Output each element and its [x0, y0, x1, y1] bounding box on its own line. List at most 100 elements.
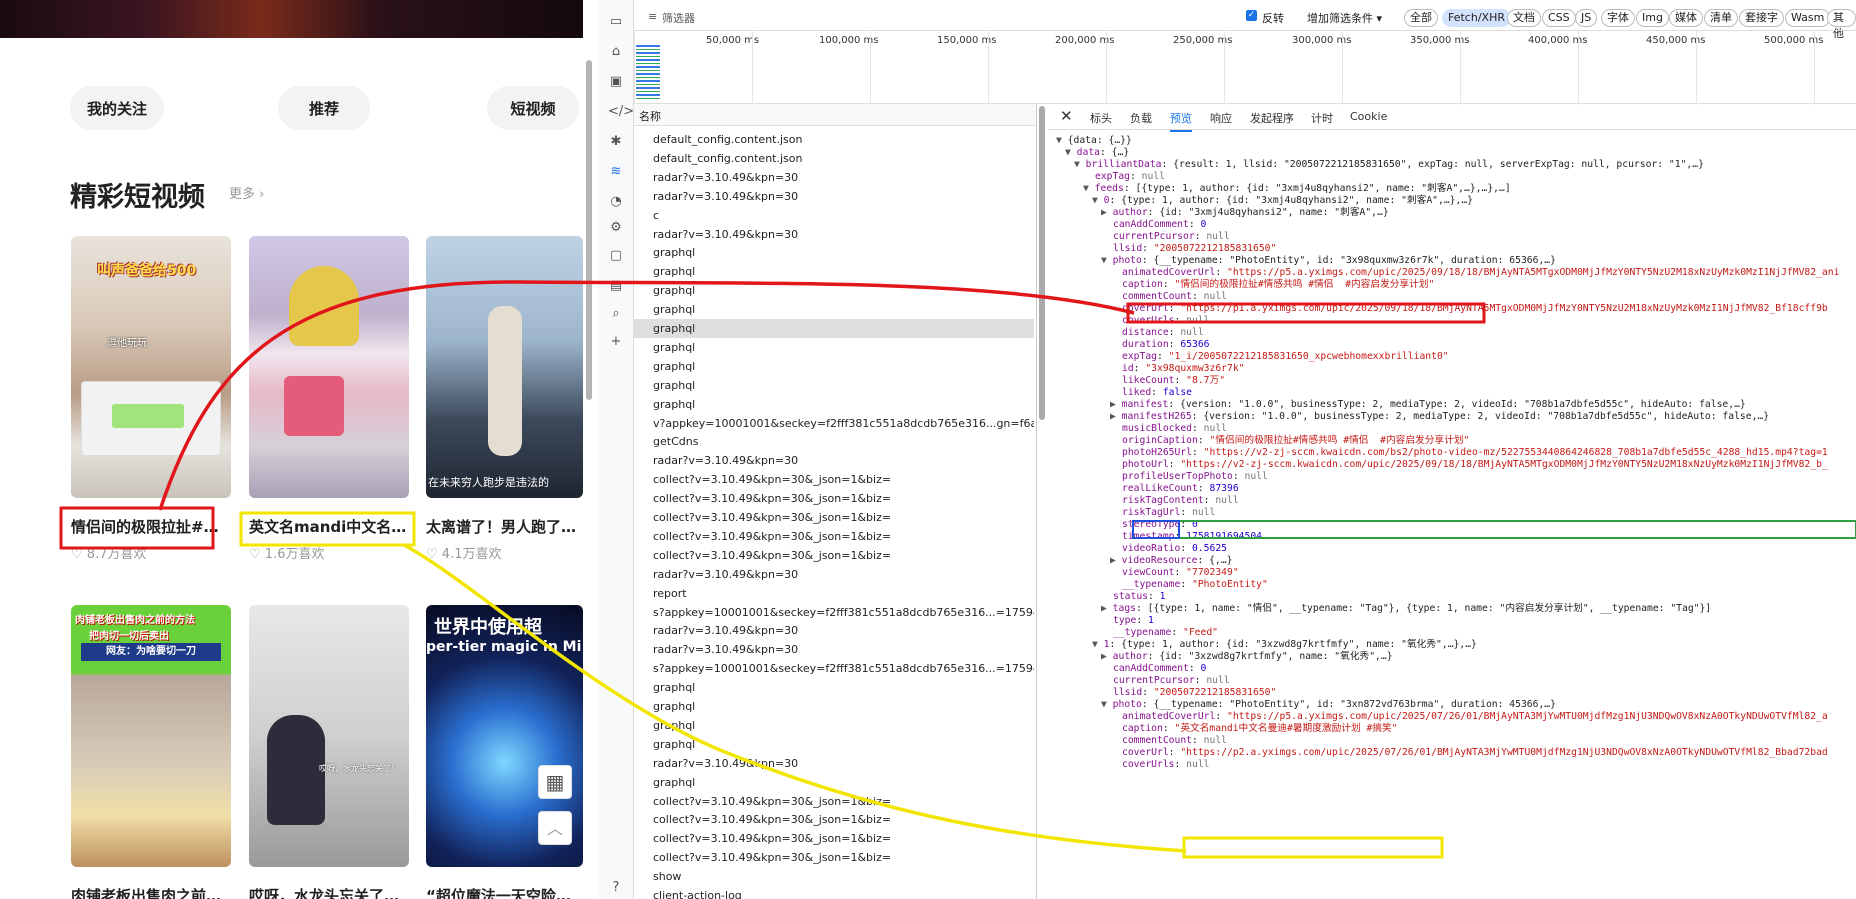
bug-icon[interactable]: ✱	[608, 134, 624, 150]
plus-icon[interactable]: +	[608, 334, 624, 350]
request-row[interactable]: radar?v=3.10.49&kpn=30	[634, 565, 1034, 584]
request-row[interactable]: radar?v=3.10.49&kpn=30	[634, 168, 1034, 187]
invert-checkbox[interactable]: ✓	[1246, 10, 1257, 21]
search-icon[interactable]: ⌕	[608, 306, 624, 322]
request-row[interactable]: default_config.content.json	[634, 130, 1034, 149]
tab-headers[interactable]: 标头	[1090, 110, 1112, 126]
type-filter-fetch-xhr[interactable]: Fetch/XHR	[1442, 9, 1511, 27]
json-tree-line[interactable]: coverUrls: null	[1122, 758, 1210, 772]
tab-payload[interactable]: 负载	[1130, 110, 1152, 126]
type-filter-other[interactable]: 其他	[1827, 9, 1856, 40]
request-row[interactable]: graphql	[634, 678, 1034, 697]
video-title[interactable]: “超位魔法一天空险…	[426, 885, 583, 899]
request-row[interactable]: collect?v=3.10.49&kpn=30&_json=1&biz=	[634, 810, 1034, 829]
request-row[interactable]: radar?v=3.10.49&kpn=30	[634, 187, 1034, 206]
home-icon[interactable]: ⌂	[608, 44, 624, 60]
request-row[interactable]: collect?v=3.10.49&kpn=30&_json=1&biz=	[634, 546, 1034, 565]
request-row[interactable]: c	[634, 206, 1034, 225]
performance-icon[interactable]: ◔	[608, 194, 624, 210]
help-icon[interactable]: ?	[608, 880, 624, 896]
back-to-top-icon[interactable]: ︿	[538, 811, 572, 845]
nav-recommend-tab[interactable]: 推荐	[278, 86, 370, 130]
video-title[interactable]: 哎呀，水龙头忘关了…	[249, 885, 409, 899]
request-row[interactable]: graphql	[634, 281, 1034, 300]
request-row[interactable]: client-action-log	[634, 886, 1034, 899]
name-column-header[interactable]: 名称	[634, 104, 1036, 126]
type-filter-all[interactable]: 全部	[1404, 9, 1438, 27]
window-icon[interactable]: ▭	[608, 14, 624, 30]
request-row[interactable]: collect?v=3.10.49&kpn=30&_json=1&biz=	[634, 829, 1034, 848]
qr-code-icon[interactable]: ▦	[538, 765, 572, 799]
request-row[interactable]: getCdns	[634, 432, 1034, 451]
request-row[interactable]: radar?v=3.10.49&kpn=30	[634, 451, 1034, 470]
more-filters-dropdown[interactable]: 增加筛选条件 ▾	[1307, 10, 1382, 26]
nav-following-tab[interactable]: 我的关注	[70, 86, 164, 130]
request-row[interactable]: radar?v=3.10.49&kpn=30	[634, 754, 1034, 773]
request-row[interactable]: graphql	[634, 395, 1034, 414]
request-row[interactable]: collect?v=3.10.49&kpn=30&_json=1&biz=	[634, 508, 1034, 527]
request-row[interactable]: graphql	[634, 319, 1034, 338]
tab-response[interactable]: 响应	[1210, 110, 1232, 126]
video-likes: ♡ 8.7万喜欢	[71, 543, 146, 562]
request-row[interactable]: graphql	[634, 735, 1034, 754]
tab-cookies[interactable]: Cookie	[1350, 110, 1387, 123]
nav-short-video-tab[interactable]: 短视频	[487, 86, 579, 130]
type-filter-font[interactable]: 字体	[1601, 9, 1635, 27]
elements-icon[interactable]: </>	[608, 104, 634, 120]
request-row[interactable]: collect?v=3.10.49&kpn=30&_json=1&biz=	[634, 792, 1034, 811]
type-filter-media[interactable]: 媒体	[1669, 9, 1703, 27]
network-timeline-overview[interactable]: 50,000 ms 100,000 ms 150,000 ms 200,000 …	[634, 30, 1856, 105]
video-title[interactable]: 太离谱了！男人跑了…	[426, 516, 583, 537]
request-row[interactable]: default_config.content.json	[634, 149, 1034, 168]
page-scrollbar[interactable]	[586, 60, 592, 400]
json-tree-line[interactable]: coverUrl: "https://p2.a.yximgs.com/upic/…	[1122, 746, 1828, 760]
type-filter-doc[interactable]: 文档	[1507, 9, 1541, 27]
json-tree-line[interactable]: ▼ brilliantData: {result: 1, llsid: "200…	[1074, 158, 1704, 172]
close-icon[interactable]: ✕	[1060, 107, 1073, 125]
type-filter-socket[interactable]: 套接字	[1739, 9, 1784, 27]
application-icon[interactable]: ▢	[608, 248, 624, 264]
network-icon[interactable]: ≋	[608, 164, 624, 180]
memory-icon[interactable]: ▤	[608, 278, 624, 294]
request-row[interactable]: s?appkey=10001001&seckey=f2fff381c551a8d…	[634, 603, 1034, 622]
video-title[interactable]: 肉铺老板出售肉之前…	[71, 885, 231, 899]
video-title[interactable]: 英文名mandi中文名…	[249, 516, 409, 537]
type-filter-manifest[interactable]: 清单	[1704, 9, 1738, 27]
tab-initiator[interactable]: 发起程序	[1250, 110, 1294, 126]
request-row[interactable]: show	[634, 867, 1034, 886]
type-filter-img[interactable]: Img	[1636, 9, 1669, 27]
request-row[interactable]: graphql	[634, 300, 1034, 319]
filter-input[interactable]: 筛选器	[662, 10, 862, 26]
screencast-icon[interactable]: ▣	[608, 74, 624, 90]
request-row[interactable]: v?appkey=10001001&seckey=f2fff381c551a8d…	[634, 414, 1034, 433]
request-row[interactable]: radar?v=3.10.49&kpn=30	[634, 621, 1034, 640]
json-tree-line[interactable]: ▶ tags: [{type: 1, name: "情侣", __typenam…	[1101, 602, 1711, 616]
request-row[interactable]: graphql	[634, 716, 1034, 735]
tab-timing[interactable]: 计时	[1311, 110, 1333, 126]
type-filter-js[interactable]: JS	[1575, 9, 1598, 27]
request-row[interactable]: s?appkey=10001001&seckey=f2fff381c551a8d…	[634, 659, 1034, 678]
request-row[interactable]: graphql	[634, 376, 1034, 395]
request-row[interactable]: graphql	[634, 262, 1034, 281]
request-row[interactable]: graphql	[634, 357, 1034, 376]
request-row[interactable]: graphql	[634, 697, 1034, 716]
request-row[interactable]: report	[634, 584, 1034, 603]
video-overlay-subtitle: per-tier magic in Mi	[426, 639, 582, 655]
request-row[interactable]: radar?v=3.10.49&kpn=30	[634, 225, 1034, 244]
more-link[interactable]: 更多 ›	[229, 183, 264, 202]
gear-icon[interactable]: ⚙	[608, 220, 624, 236]
request-row[interactable]: collect?v=3.10.49&kpn=30&_json=1&biz=	[634, 527, 1034, 546]
request-row[interactable]: graphql	[634, 338, 1034, 357]
request-row[interactable]: graphql	[634, 243, 1034, 262]
video-title[interactable]: 情侣间的极限拉扯#情…	[71, 516, 231, 537]
type-filter-css[interactable]: CSS	[1542, 9, 1576, 27]
request-row[interactable]: collect?v=3.10.49&kpn=30&_json=1&biz=	[634, 470, 1034, 489]
request-row[interactable]: radar?v=3.10.49&kpn=30	[634, 640, 1034, 659]
json-tree-line[interactable]: coverUrl: "https://p1.a.yximgs.com/upic/…	[1122, 302, 1828, 316]
request-row[interactable]: graphql	[634, 773, 1034, 792]
request-row[interactable]: collect?v=3.10.49&kpn=30&_json=1&biz=	[634, 489, 1034, 508]
request-row[interactable]: collect?v=3.10.49&kpn=30&_json=1&biz=	[634, 848, 1034, 867]
type-filter-wasm[interactable]: Wasm	[1785, 9, 1831, 27]
request-list-scrollbar[interactable]	[1039, 106, 1045, 420]
tab-preview[interactable]: 预览	[1170, 110, 1192, 132]
